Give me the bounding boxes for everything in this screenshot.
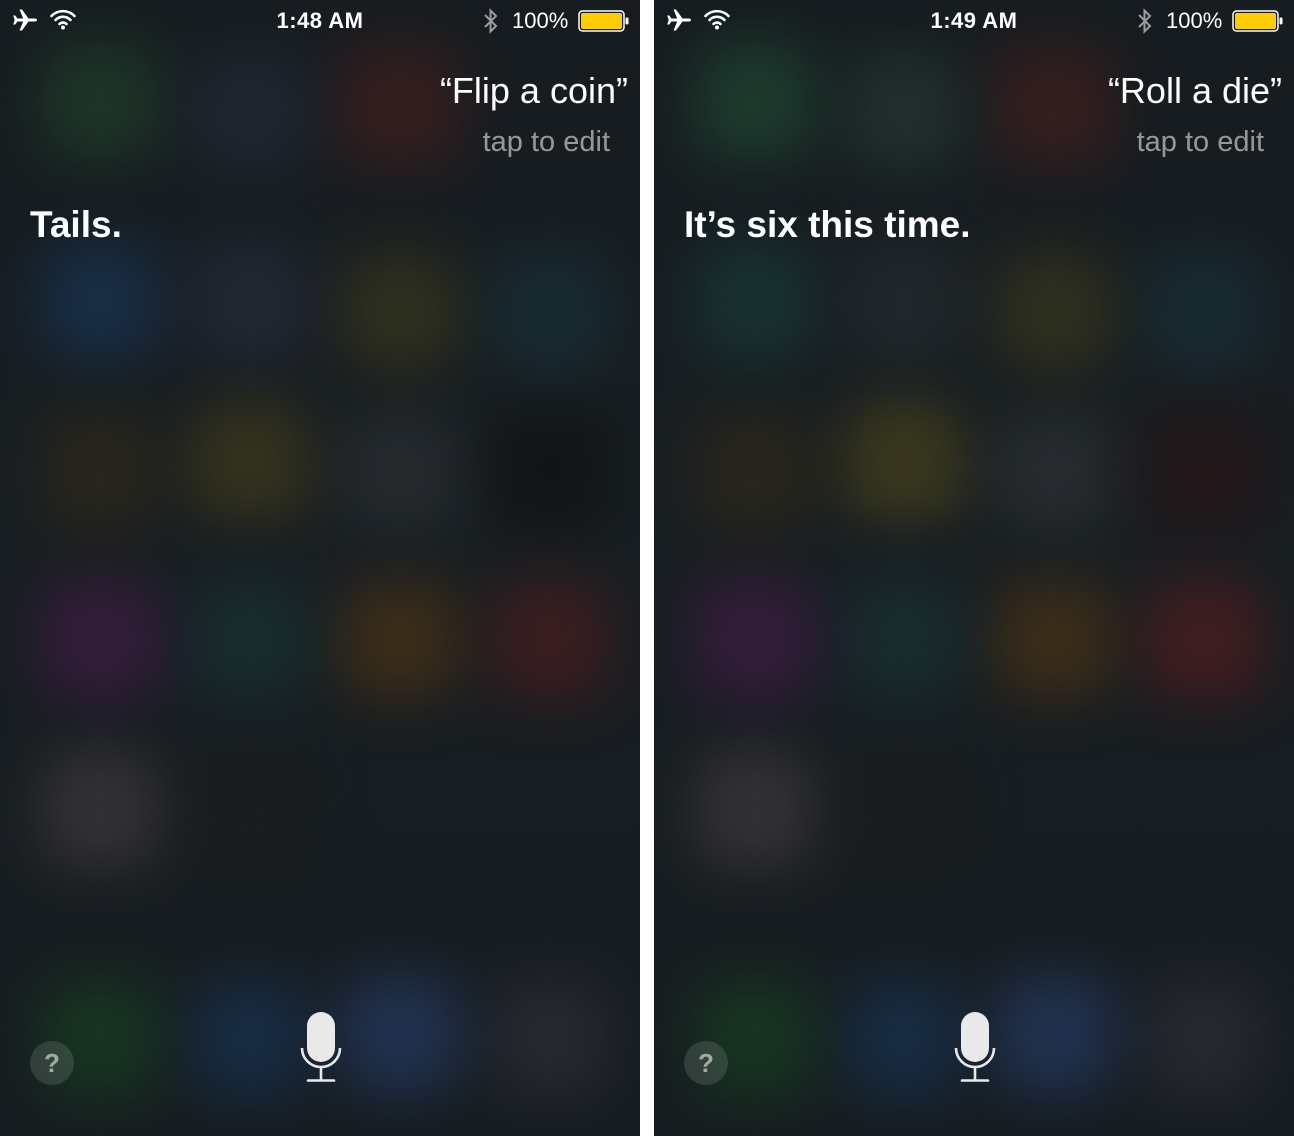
tap-to-edit-hint[interactable]: tap to edit bbox=[1137, 126, 1264, 159]
siri-response: Tails. bbox=[30, 204, 122, 245]
help-button[interactable]: ? bbox=[684, 1041, 728, 1085]
siri-screen-right: 1:49 AM 100% “Roll a die” tap to edit It… bbox=[654, 0, 1294, 1136]
microphone-icon[interactable] bbox=[300, 1010, 342, 1084]
battery-icon bbox=[1232, 10, 1284, 37]
microphone-icon[interactable] bbox=[954, 1010, 996, 1084]
status-bar: 1:49 AM 100% bbox=[654, 0, 1294, 40]
help-button[interactable]: ? bbox=[30, 1041, 74, 1085]
battery-icon bbox=[578, 10, 630, 37]
bluetooth-icon bbox=[482, 8, 500, 39]
bluetooth-icon bbox=[1136, 8, 1154, 39]
siri-response: It’s six this time. bbox=[684, 204, 971, 245]
battery-percentage: 100% bbox=[1166, 8, 1223, 33]
user-query[interactable]: “Flip a coin” bbox=[440, 70, 628, 112]
tap-to-edit-hint[interactable]: tap to edit bbox=[483, 126, 610, 159]
battery-percentage: 100% bbox=[512, 8, 569, 33]
user-query[interactable]: “Roll a die” bbox=[1108, 70, 1282, 112]
background-overlay bbox=[0, 0, 640, 1136]
status-bar: 1:48 AM 100% bbox=[0, 0, 640, 40]
background-overlay bbox=[654, 0, 1294, 1136]
siri-screen-left: 1:48 AM 100% “Flip a coin” tap to edit T… bbox=[0, 0, 640, 1136]
